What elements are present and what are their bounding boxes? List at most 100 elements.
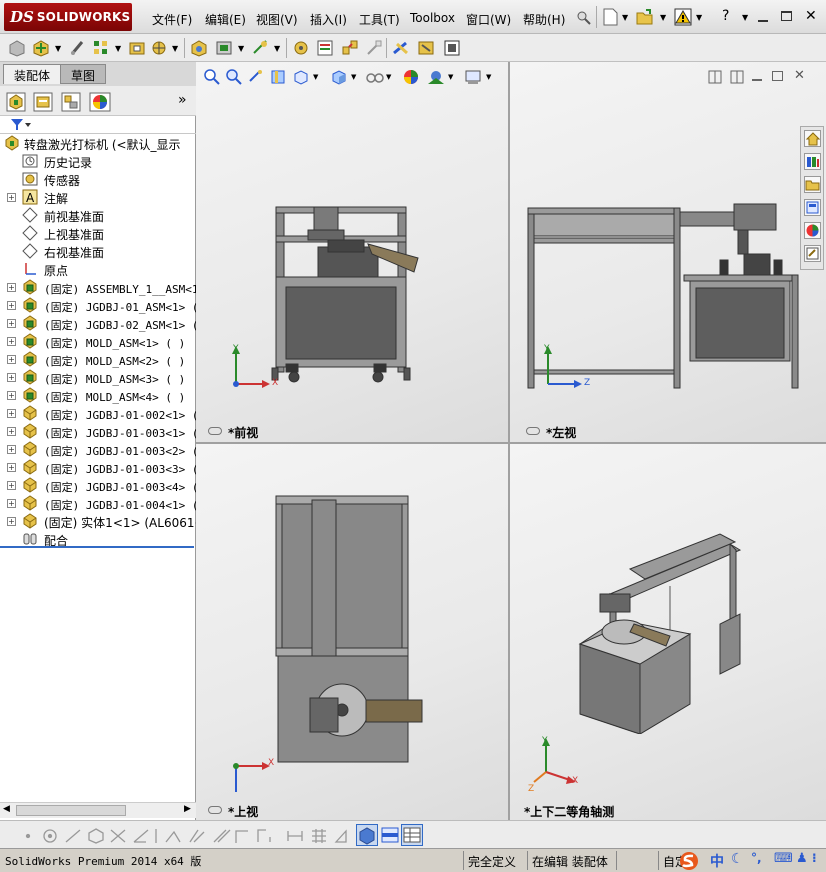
chevron-down-icon[interactable]: ▼ bbox=[274, 44, 280, 53]
move-component-icon[interactable] bbox=[150, 39, 168, 57]
custom-properties-tab[interactable] bbox=[804, 245, 821, 262]
explode-line-sketch-icon[interactable] bbox=[366, 39, 384, 57]
chevron-down-icon[interactable]: ▼ bbox=[115, 44, 121, 53]
tree-expand-toggle[interactable]: + bbox=[7, 337, 16, 346]
tree-item[interactable]: + (固定) JGDBJ-01-003<1> (A bbox=[0, 422, 196, 440]
sogou-ime-icon[interactable] bbox=[678, 851, 700, 871]
chevron-down-icon[interactable]: ▼ bbox=[696, 13, 702, 22]
rollback-bar[interactable] bbox=[0, 546, 194, 548]
view-palette-tab[interactable] bbox=[804, 199, 821, 216]
chevron-down-icon[interactable]: ▼ bbox=[238, 44, 244, 53]
chevron-down-icon[interactable]: ▼ bbox=[448, 73, 453, 81]
zoom-to-area-icon[interactable] bbox=[226, 69, 242, 85]
new-motion-study-icon[interactable] bbox=[292, 39, 310, 57]
exploded-view-icon[interactable] bbox=[341, 39, 359, 57]
ime-punctuation-icon[interactable]: °, bbox=[751, 851, 762, 865]
filter-icon[interactable] bbox=[10, 118, 32, 132]
viewport-front[interactable]: ▼ ▼ ▼ ▼ ▼ Y X *前视 bbox=[196, 62, 508, 442]
chevron-down-icon[interactable]: ▼ bbox=[742, 13, 748, 22]
tree-item[interactable]: + (固定) JGDBJ-01-002<1> (A bbox=[0, 404, 196, 422]
tree-item[interactable]: 原点 bbox=[0, 260, 196, 278]
tree-item[interactable]: + (固定) MOLD_ASM<1> ( ) bbox=[0, 332, 196, 350]
interference-detection-icon[interactable] bbox=[392, 39, 410, 57]
tree-expand-toggle[interactable]: + bbox=[7, 355, 16, 364]
menu-view[interactable]: 视图(V) bbox=[256, 11, 298, 28]
tab-sketch[interactable]: 草图 bbox=[60, 64, 107, 84]
tree-item[interactable]: + (固定) JGDBJ-01-003<4> (A bbox=[0, 476, 196, 494]
restore-icon[interactable] bbox=[772, 71, 783, 81]
new-document-icon[interactable] bbox=[602, 8, 618, 26]
warning-icon[interactable] bbox=[674, 8, 692, 26]
tree-expand-toggle[interactable]: + bbox=[7, 427, 16, 436]
help-icon[interactable]: ? bbox=[722, 8, 729, 24]
shaded-with-edges-button[interactable] bbox=[356, 824, 378, 846]
chevron-down-icon[interactable]: ▼ bbox=[313, 73, 318, 81]
tree-item[interactable]: + (固定) MOLD_ASM<2> ( ) bbox=[0, 350, 196, 368]
expand-panel-button[interactable]: » bbox=[178, 92, 187, 108]
tree-item[interactable]: + (固定) JGDBJ-01-004<1> (A bbox=[0, 494, 196, 512]
pin-icon[interactable] bbox=[575, 9, 591, 25]
tree-expand-toggle[interactable]: + bbox=[7, 409, 16, 418]
close-icon[interactable]: ✕ bbox=[805, 8, 817, 24]
viewport-splitter-vertical[interactable] bbox=[508, 62, 510, 820]
ime-keyboard-icon[interactable]: ⌨ bbox=[774, 851, 793, 866]
viewport-top[interactable]: X *上视 bbox=[196, 444, 508, 820]
graphics-area[interactable]: ▼ ▼ ▼ ▼ ▼ Y X *前视 ✕ Y Z *左视 X *上视 Y X Z … bbox=[196, 62, 826, 820]
viewport-isometric[interactable]: Y X Z *上下二等角轴测 bbox=[510, 444, 826, 820]
tree-item[interactable]: + (固定) JGDBJ-01_ASM<1> ( bbox=[0, 296, 196, 314]
smart-fasteners-icon[interactable] bbox=[128, 39, 146, 57]
tree-item[interactable]: + (固定) MOLD_ASM<4> ( ) bbox=[0, 386, 196, 404]
display-style-icon[interactable] bbox=[330, 69, 346, 85]
mate-icon[interactable] bbox=[68, 39, 86, 57]
bill-of-materials-icon[interactable] bbox=[316, 39, 334, 57]
view-orientation-icon[interactable] bbox=[292, 69, 308, 85]
ime-chinese-mode[interactable]: 中 bbox=[710, 851, 724, 871]
tree-item[interactable]: 上视基准面 bbox=[0, 224, 196, 242]
hide-show-items-icon[interactable] bbox=[366, 69, 384, 85]
section-view-icon[interactable] bbox=[270, 69, 286, 85]
tile-right-icon[interactable] bbox=[730, 70, 744, 84]
ime-user-icon[interactable]: ♟ bbox=[796, 851, 808, 866]
ime-moon-icon[interactable]: ☾ bbox=[731, 851, 744, 867]
viewport-splitter-horizontal[interactable] bbox=[196, 442, 826, 444]
tree-expand-toggle[interactable]: + bbox=[7, 319, 16, 328]
tree-item[interactable]: 转盘激光打标机 (<默认_显示 bbox=[0, 134, 196, 152]
tree-item[interactable]: + (固定) 实体1<1> (AL6061+子 bbox=[0, 512, 196, 530]
reference-geometry-icon[interactable] bbox=[252, 39, 270, 57]
chevron-down-icon[interactable]: ▼ bbox=[351, 73, 356, 81]
chevron-down-icon[interactable]: ▼ bbox=[486, 73, 491, 81]
restore-icon[interactable] bbox=[781, 11, 792, 21]
file-explorer-tab[interactable] bbox=[804, 176, 821, 193]
tree-expand-toggle[interactable]: + bbox=[7, 373, 16, 382]
chevron-down-icon[interactable]: ▼ bbox=[622, 13, 628, 22]
appearances-tab[interactable] bbox=[804, 222, 821, 239]
scroll-thumb[interactable] bbox=[16, 805, 126, 816]
menu-help[interactable]: 帮助(H) bbox=[523, 11, 565, 28]
tree-expand-toggle[interactable]: + bbox=[7, 481, 16, 490]
open-folder-icon[interactable] bbox=[636, 8, 654, 26]
chevron-down-icon[interactable]: ▼ bbox=[386, 73, 391, 81]
clearance-verification-icon[interactable] bbox=[417, 39, 435, 57]
assembly-features-icon[interactable] bbox=[215, 39, 233, 57]
menu-toolbox[interactable]: Toolbox bbox=[410, 11, 455, 25]
performance-evaluation-icon[interactable] bbox=[443, 39, 461, 57]
minimize-icon[interactable] bbox=[758, 20, 768, 22]
tree-expand-toggle[interactable]: + bbox=[7, 391, 16, 400]
tab-assembly[interactable]: 装配体 bbox=[3, 64, 62, 84]
feature-manager-icon[interactable] bbox=[6, 92, 26, 112]
menu-window[interactable]: 窗口(W) bbox=[466, 11, 511, 28]
apply-scene-icon[interactable] bbox=[427, 69, 445, 85]
tree-expand-toggle[interactable]: + bbox=[7, 445, 16, 454]
display-manager-icon[interactable] bbox=[89, 92, 111, 112]
table-view-button[interactable] bbox=[401, 824, 423, 846]
minimize-icon[interactable] bbox=[752, 79, 762, 81]
show-hidden-components-icon[interactable] bbox=[190, 39, 208, 57]
tree-item[interactable]: + (固定) JGDBJ-02_ASM<1> ( bbox=[0, 314, 196, 332]
tree-expand-toggle[interactable]: + bbox=[7, 499, 16, 508]
tree-item[interactable]: + (固定) ASSEMBLY_1__ASM<1> bbox=[0, 278, 196, 296]
sketch-tools[interactable] bbox=[8, 827, 468, 845]
scroll-left-icon[interactable]: ◀ bbox=[3, 804, 10, 814]
horizontal-scrollbar[interactable]: ◀ ▶ bbox=[0, 802, 196, 818]
menu-file[interactable]: 文件(F) bbox=[152, 11, 192, 28]
view-settings-icon[interactable] bbox=[464, 69, 482, 85]
